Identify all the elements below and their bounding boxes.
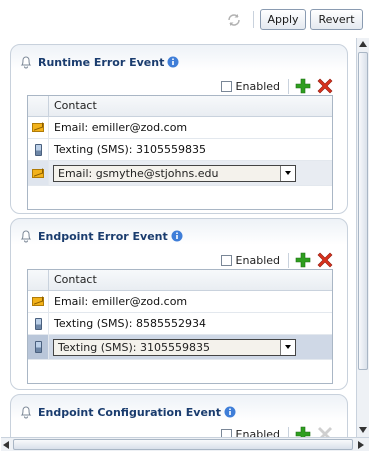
info-icon[interactable] (224, 406, 236, 418)
panel-controls: Enabled (220, 77, 333, 95)
panel-runtime-error-event: Runtime Error Event Enabled Contact Emai… (10, 44, 348, 214)
panel-endpoint-configuration-event: Endpoint Configuration Event Enabled (10, 394, 348, 437)
panel-controls: Enabled (220, 425, 333, 438)
phone-icon (34, 317, 42, 330)
add-icon[interactable] (295, 78, 311, 94)
contact-select[interactable]: Texting (SMS): 3105559835 (53, 338, 296, 356)
enabled-label: Enabled (235, 427, 280, 438)
enabled-label: Enabled (235, 79, 280, 93)
contact-text: Email: emiller@zod.com (54, 295, 188, 308)
horizontal-scrollbar[interactable] (1, 437, 369, 451)
horizontal-scroll-thumb[interactable] (13, 439, 353, 450)
row-icon-cell (28, 161, 49, 185)
controls-separator (288, 252, 289, 268)
panel-title: Endpoint Configuration Event (38, 405, 221, 419)
contact-column-header: Contact (54, 99, 97, 112)
table-row-selected[interactable]: Texting (SMS): 3105559835 (28, 335, 332, 360)
scroll-up-icon[interactable] (359, 41, 367, 47)
add-icon[interactable] (295, 426, 311, 437)
scroll-right-icon[interactable] (358, 441, 364, 449)
table-row[interactable]: Email: emiller@zod.com (28, 117, 332, 139)
panel-controls: Enabled (220, 251, 333, 269)
scroll-down-icon[interactable] (359, 427, 367, 433)
email-icon (32, 123, 44, 132)
row-icon-cell (28, 335, 49, 359)
scroll-left-icon[interactable] (3, 441, 9, 449)
bell-icon (20, 56, 32, 69)
enabled-checkbox[interactable] (220, 80, 232, 92)
table-header: Contact (28, 270, 332, 291)
contact-select-value: Texting (SMS): 3105559835 (58, 340, 210, 354)
contact-text: Texting (SMS): 8585552934 (54, 317, 206, 330)
delete-icon[interactable] (317, 252, 333, 268)
contact-column-header: Contact (54, 273, 97, 286)
info-icon[interactable] (171, 230, 183, 242)
bell-icon (20, 406, 32, 419)
toolbar-separator (253, 11, 254, 28)
phone-icon (34, 143, 42, 156)
apply-button[interactable]: Apply (260, 9, 306, 30)
table-row[interactable]: Email: emiller@zod.com (28, 291, 332, 313)
bell-icon (20, 230, 32, 243)
controls-separator (288, 426, 289, 437)
panel-header: Endpoint Error Event (19, 227, 183, 245)
icon-column-header (28, 96, 49, 116)
chevron-down-icon[interactable] (280, 165, 295, 181)
delete-icon[interactable] (317, 78, 333, 94)
table-row[interactable]: Texting (SMS): 3105559835 (28, 139, 332, 161)
enabled-checkbox[interactable] (220, 428, 232, 437)
panel-header: Endpoint Configuration Event (19, 403, 236, 421)
contact-text: Texting (SMS): 3105559835 (54, 143, 206, 156)
enabled-checkbox[interactable] (220, 254, 232, 266)
add-icon[interactable] (295, 252, 311, 268)
panel-header: Runtime Error Event (19, 53, 179, 71)
content-scroll-area: Runtime Error Event Enabled Contact Emai… (1, 38, 356, 437)
panel-title: Runtime Error Event (38, 55, 165, 69)
table-header: Contact (28, 96, 332, 117)
controls-separator (288, 78, 289, 94)
table-row[interactable]: Texting (SMS): 8585552934 (28, 313, 332, 335)
delete-icon-disabled (318, 427, 332, 437)
vertical-scroll-thumb[interactable] (358, 52, 368, 370)
row-icon-cell (28, 313, 49, 334)
table-row-selected[interactable]: Email: gsmythe@stjohns.edu (28, 161, 332, 186)
contact-text: Email: emiller@zod.com (54, 121, 188, 134)
row-icon-cell (28, 139, 49, 160)
vertical-scrollbar[interactable] (356, 38, 369, 437)
info-icon[interactable] (167, 56, 179, 68)
revert-button[interactable]: Revert (310, 9, 363, 30)
chevron-down-icon[interactable] (280, 339, 295, 355)
refresh-icon[interactable] (226, 12, 242, 28)
email-icon (32, 297, 44, 306)
contact-select[interactable]: Email: gsmythe@stjohns.edu (53, 164, 296, 182)
toolbar: Apply Revert (0, 0, 370, 38)
contact-table: Contact Email: emiller@zod.com Texting (… (27, 95, 333, 210)
email-icon (32, 168, 44, 178)
panel-endpoint-error-event: Endpoint Error Event Enabled Contact Ema… (10, 218, 348, 390)
row-icon-cell (28, 291, 49, 312)
contact-table: Contact Email: emiller@zod.com Texting (… (27, 269, 333, 384)
panel-title: Endpoint Error Event (38, 229, 168, 243)
icon-column-header (28, 270, 49, 290)
row-icon-cell (28, 117, 49, 138)
enabled-label: Enabled (235, 253, 280, 267)
contact-select-value: Email: gsmythe@stjohns.edu (58, 166, 219, 180)
phone-icon (34, 341, 42, 353)
